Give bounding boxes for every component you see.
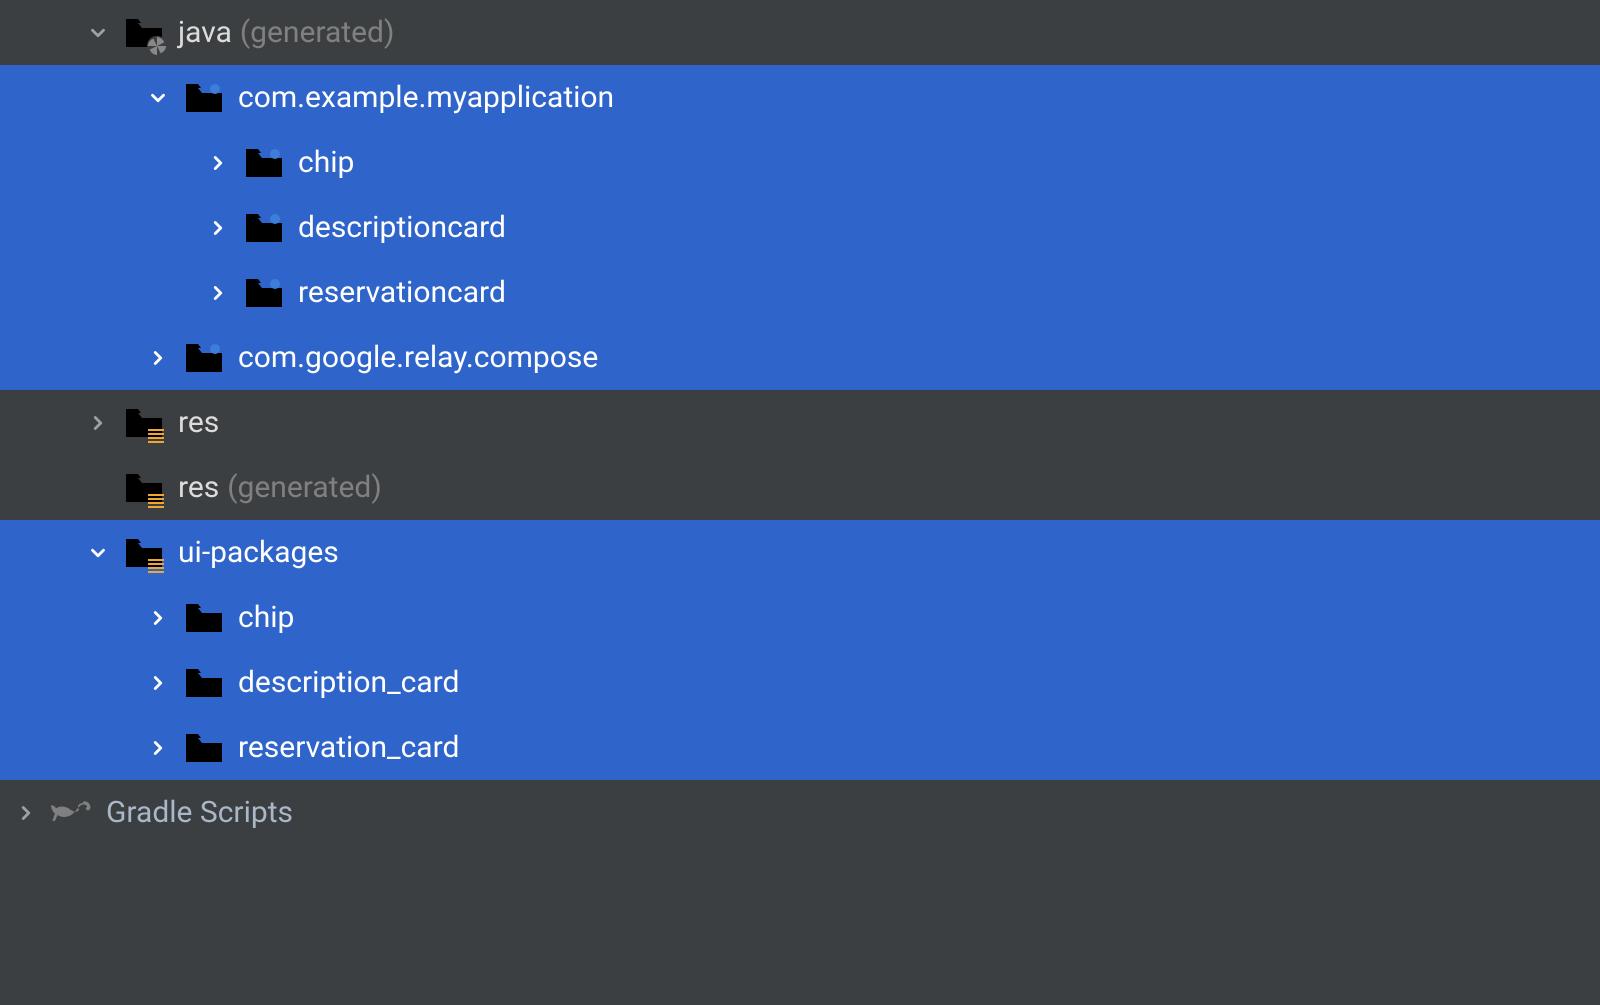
tree-label: chip [238, 600, 294, 635]
resource-folder-icon [122, 531, 166, 575]
gradle-icon [50, 791, 94, 835]
tree-item-gradle-scripts[interactable]: Gradle Scripts [0, 780, 1600, 845]
tree-label: res [178, 470, 219, 505]
package-folder-icon [242, 271, 286, 315]
tree-item-chip[interactable]: chip [0, 130, 1600, 195]
package-folder-icon [242, 206, 286, 250]
chevron-right-icon [8, 795, 44, 831]
chevron-right-icon [200, 275, 236, 311]
tree-label: reservation_card [238, 730, 459, 765]
chevron-down-icon [140, 80, 176, 116]
tree-item-reservation-card[interactable]: reservation_card [0, 715, 1600, 780]
folder-icon [182, 726, 226, 770]
chevron-right-icon [140, 600, 176, 636]
tree-label: Gradle Scripts [106, 795, 293, 830]
tree-item-java-generated[interactable]: java (generated) [0, 0, 1600, 65]
package-folder-icon [182, 76, 226, 120]
chevron-right-icon [140, 665, 176, 701]
folder-generated-icon [122, 11, 166, 55]
package-folder-icon [182, 336, 226, 380]
tree-item-package-relay[interactable]: com.google.relay.compose [0, 325, 1600, 390]
tree-label: ui-packages [178, 535, 339, 570]
tree-item-res[interactable]: res [0, 390, 1600, 455]
folder-icon [182, 596, 226, 640]
package-folder-icon [242, 141, 286, 185]
chevron-down-icon [80, 535, 116, 571]
tree-item-package-main[interactable]: com.example.myapplication [0, 65, 1600, 130]
chevron-right-icon [140, 340, 176, 376]
tree-label: descriptioncard [298, 210, 506, 245]
chevron-right-icon [80, 405, 116, 441]
chevron-right-icon [140, 730, 176, 766]
tree-label: chip [298, 145, 354, 180]
tree-label: com.example.myapplication [238, 80, 614, 115]
tree-label: res [178, 405, 219, 440]
resource-folder-icon [122, 401, 166, 445]
tree-item-chip-folder[interactable]: chip [0, 585, 1600, 650]
tree-hint: (generated) [227, 470, 381, 505]
tree-label: reservationcard [298, 275, 506, 310]
tree-item-descriptioncard[interactable]: descriptioncard [0, 195, 1600, 260]
tree-label: com.google.relay.compose [238, 340, 598, 375]
tree-item-res-generated[interactable]: res (generated) [0, 455, 1600, 520]
tree-hint: (generated) [240, 15, 394, 50]
folder-icon [182, 661, 226, 705]
chevron-right-icon [200, 145, 236, 181]
project-tree: java (generated) com.example.myapplicati… [0, 0, 1600, 845]
chevron-down-icon [80, 15, 116, 51]
tree-item-description-card[interactable]: description_card [0, 650, 1600, 715]
resource-folder-icon [122, 466, 166, 510]
tree-item-ui-packages[interactable]: ui-packages [0, 520, 1600, 585]
tree-label: java [178, 15, 232, 50]
tree-label: description_card [238, 665, 459, 700]
tree-item-reservationcard[interactable]: reservationcard [0, 260, 1600, 325]
chevron-right-icon [200, 210, 236, 246]
